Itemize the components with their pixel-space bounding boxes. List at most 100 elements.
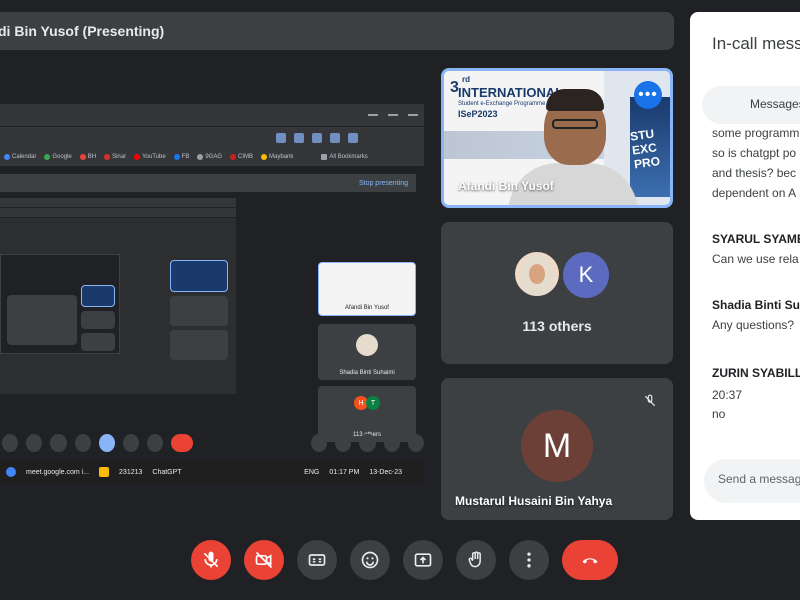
browser-address-bar: [0, 126, 424, 148]
chat-sender: ZURIN SYABILL: [712, 366, 800, 380]
others-count-label: 113 others: [522, 318, 592, 334]
presenter-bar: di Bin Yusof (Presenting): [0, 12, 674, 50]
bookmark-item: YouTube: [134, 154, 166, 160]
pillar-text: STU EXC PRO: [629, 126, 661, 172]
more-options-button[interactable]: [509, 540, 549, 580]
nested-speaker-name: Afandi Bin Yusof: [345, 305, 389, 311]
nested-activities-icon: [383, 434, 400, 452]
nested-shadia-tile: Shadia Binti Suhaimi: [318, 324, 416, 380]
banner-code: ISeP2023: [458, 109, 498, 119]
camera-off-icon: [255, 551, 273, 569]
nested-more-icon: [147, 434, 164, 452]
bookmark-item: Google: [44, 154, 72, 160]
maximize-icon: [388, 114, 398, 116]
chat-message: Can we use rela: [712, 252, 799, 266]
9gag-icon: [197, 154, 204, 160]
chat-title: In-call messages: [712, 34, 800, 53]
profile-icon: [348, 132, 358, 143]
nested-lock-icon: [407, 434, 424, 452]
nested-thumb: [170, 330, 228, 360]
google-icon: [44, 154, 51, 160]
taskbar-language: ENG: [304, 468, 320, 476]
others-tile[interactable]: K 113 others: [441, 222, 673, 364]
bookmarks-bar: Calendar Google BH Sinar YouTube FB 9GAG…: [0, 148, 424, 166]
nested-shadia-avatar: [356, 334, 378, 356]
mic-off-icon: [644, 394, 656, 407]
chat-input[interactable]: [718, 472, 800, 486]
camera-toggle-button[interactable]: [244, 540, 284, 580]
messages-tab[interactable]: Messages: [702, 86, 800, 124]
participant-name: Mustarul Husaini Bin Yahya: [455, 494, 613, 508]
chrome-icon: [6, 467, 16, 477]
nested-screen-level2: [0, 254, 120, 354]
nested-people-icon: [335, 434, 352, 452]
participant-avatar-k: K: [563, 252, 609, 298]
bh-icon: [79, 154, 86, 160]
chat-input-box[interactable]: [704, 459, 800, 503]
taskbar-item: 231213: [119, 468, 143, 476]
more-vert-icon: [527, 552, 531, 568]
participant-avatar-m: M: [521, 410, 593, 482]
taskbar-time: 01:17 PM: [329, 468, 360, 476]
nested-call-controls: [0, 432, 424, 454]
chat-panel: In-call messages Messages some programm …: [690, 12, 800, 520]
nested-meet-view: Stop presenting Afandi Bin Yusof Shadia …: [0, 166, 424, 484]
folder-icon: [99, 467, 110, 477]
star-icon: [294, 132, 304, 143]
nested-thumb: [7, 295, 77, 345]
bookmark-item: Maybank: [261, 154, 293, 160]
present-button[interactable]: [403, 540, 443, 580]
raise-hand-button[interactable]: [456, 540, 496, 580]
close-icon: [408, 114, 418, 116]
nested-end-call-icon: [171, 434, 194, 452]
nested-thumb: [170, 260, 228, 292]
others-avatars: K: [515, 252, 609, 298]
maybank-icon: [261, 154, 268, 160]
captions-button[interactable]: [297, 540, 337, 580]
speaker-tile[interactable]: 3 rd INTERNATIONAL Student e-Exchange Pr…: [441, 68, 673, 208]
bookmark-item: BH: [79, 154, 96, 160]
mic-off-icon: [203, 551, 219, 568]
cimb-icon: [230, 154, 237, 160]
nested-present-icon: [98, 434, 116, 452]
present-icon: [414, 553, 432, 567]
stop-presenting-link: Stop presenting: [358, 179, 408, 187]
messages-tab-label: Messages: [750, 97, 800, 111]
chat-message-line: some programm: [712, 126, 800, 140]
call-controls: [191, 540, 618, 580]
nested-thumb: [81, 311, 115, 329]
speaker-hair: [546, 89, 604, 111]
taskbar-item: ChatGPT: [152, 468, 182, 476]
nested-browser-bar: [0, 198, 236, 208]
mic-toggle-button[interactable]: [191, 540, 231, 580]
end-call-icon: [582, 558, 598, 564]
chat-message: Any questions?: [712, 318, 795, 332]
banner-pillar: STU EXC PRO: [629, 97, 670, 197]
facebook-icon: [173, 154, 180, 160]
nested-emoji-icon: [74, 434, 91, 452]
taskbar-item: meet.google.com i...: [26, 468, 90, 476]
speaker-face: [544, 89, 606, 165]
more-options-icon[interactable]: •••: [634, 81, 662, 109]
nested-thumb: [81, 333, 115, 351]
stop-presenting-bar: Stop presenting: [0, 174, 416, 192]
bookmark-item: Calendar: [4, 154, 36, 160]
nested-mic-icon: [2, 434, 19, 452]
participant-photo-avatar: [515, 252, 559, 296]
chat-sender: Shadia Binti Suh: [712, 298, 800, 312]
browser-titlebar: [0, 104, 424, 126]
bookmark-item: CIMB: [230, 154, 253, 160]
extension-icon: [330, 132, 340, 143]
bookmark-item: Sinar: [104, 154, 126, 160]
nested-thumb: [170, 296, 228, 326]
mic-muted-icon: [639, 390, 661, 412]
captions-icon: [308, 554, 326, 566]
participant-tile-mustarul[interactable]: M Mustarul Husaini Bin Yahya: [441, 378, 673, 520]
bookmark-item: 9GAG: [197, 154, 222, 160]
nested-info-icon: [311, 434, 328, 452]
taskbar-date: 13-Dec-23: [369, 468, 402, 476]
presenter-title: di Bin Yusof (Presenting): [0, 23, 165, 39]
reactions-button[interactable]: [350, 540, 390, 580]
leave-call-button[interactable]: [562, 540, 618, 580]
minimize-icon: [368, 114, 378, 116]
